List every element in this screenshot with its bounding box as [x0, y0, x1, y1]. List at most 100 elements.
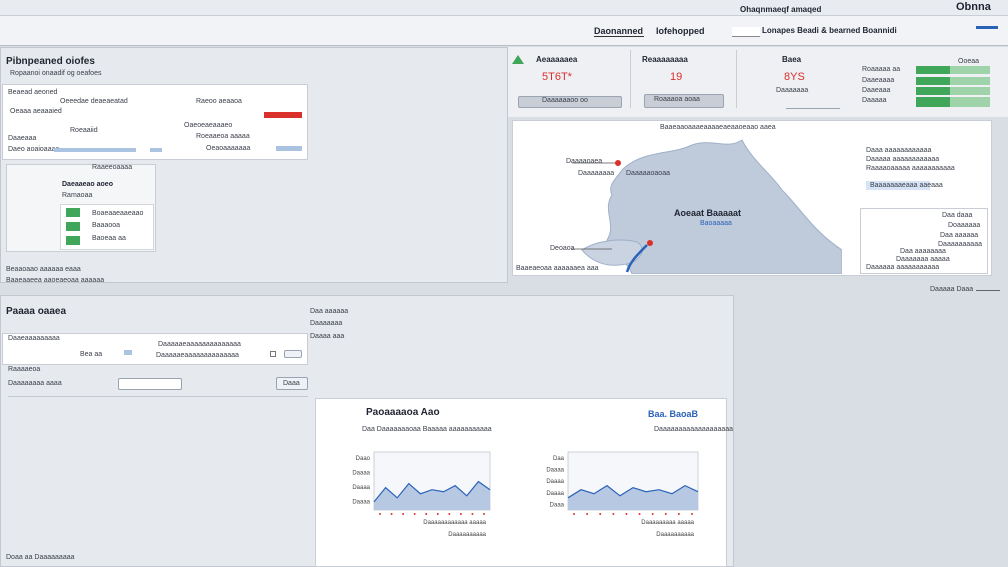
chart-x-label: Daaaaaaaaaa — [656, 532, 694, 538]
chart-point — [691, 513, 693, 515]
chart-point — [651, 513, 654, 515]
legend-row: Roaaaaa aa — [862, 66, 901, 73]
sub-card-title: Raaeeoaaaa — [92, 164, 133, 171]
marker-red-icon — [615, 160, 621, 166]
lower-small-button[interactable] — [284, 350, 302, 358]
menu-icon[interactable] — [976, 26, 998, 29]
map-callout: Daaaaaoaoaa — [626, 170, 670, 177]
lower-checkbox[interactable] — [270, 351, 276, 357]
map-callout: Daaaaoaea — [566, 158, 603, 165]
stat-label-1: Aeaaaaaea — [536, 55, 578, 64]
map-side-row: Doaaaaaa — [948, 222, 981, 229]
legend-bar-3 — [916, 77, 950, 85]
chart-y-label: Daaa — [550, 502, 565, 508]
chart-y-label: Daaaa — [546, 468, 564, 474]
filter-row-1: Roeaaeoa aaaaa — [196, 133, 250, 140]
map-side-row: Daaaaa aaaaaaaaaaaa — [866, 156, 940, 163]
chart-point — [436, 513, 439, 515]
report-left-chart[interactable]: Daao Daaaa Daaaa Daaaa Daaaaaaaaaaaa aaaaa Da… — [318, 446, 516, 556]
chart-point — [459, 513, 462, 515]
nav-menu[interactable]: Lonapes Beadi & bearned Boannidi — [762, 26, 897, 35]
nav-item-dashboard[interactable]: Daonanned — [594, 26, 643, 36]
map-graphic[interactable] — [512, 130, 842, 274]
sub-card-heading: Daeaaeao aoeo — [62, 181, 113, 188]
chart-point — [402, 513, 405, 515]
lower-input[interactable] — [118, 378, 182, 390]
list-item[interactable]: Baaaooa — [92, 222, 120, 229]
map-side-row: Daa daaa — [942, 212, 973, 219]
lower-divider — [8, 396, 308, 397]
lower-row-label: Raaaaeoa — [8, 366, 41, 373]
report-right-sub: Daaaaaaaaaaaaaaaaaaa — [654, 426, 734, 433]
chart-point — [599, 513, 602, 515]
row-label-3: Roeaaiid — [70, 127, 98, 134]
chart-x-label: Daaaaaaaaa aaaaa — [641, 520, 694, 526]
legend-row: Daaeaaa — [862, 87, 891, 94]
legend-bar-5 — [916, 87, 950, 95]
legend-bar-4 — [950, 77, 990, 85]
chart-point — [677, 513, 680, 515]
chart-y-label: Daao — [356, 456, 371, 462]
lower-side: Daa aaaaaa — [310, 308, 349, 315]
row-value-2: Oeaaa aeaaaied — [10, 108, 62, 115]
chart-point — [483, 513, 485, 515]
chart-y-label: Daaaa — [352, 471, 370, 477]
top-bar-title: Ohaqnmaeqf amaqed — [740, 5, 822, 14]
list-item[interactable]: Baoeaa aa — [92, 235, 126, 242]
filter-progress — [54, 148, 136, 152]
lower-sub-title: Daaaaaaaa aaaa — [8, 380, 62, 387]
stat-label-3: Baea — [782, 55, 802, 64]
search-input[interactable] — [732, 27, 760, 37]
map-callout: Daaaaaaaa — [578, 170, 615, 177]
legend-row: Daaaaa — [862, 97, 887, 104]
legend-bar-7 — [916, 97, 950, 107]
top-bar — [0, 0, 1008, 16]
stat-caption-text-1: Daaaaaaoo oo — [542, 97, 588, 104]
row-label-2: Raeoo aeaaoa — [196, 98, 242, 105]
legend-row: Daaeaaaa — [862, 77, 895, 84]
sub-card-sub: Ramaoaa — [62, 192, 93, 199]
chart-point — [448, 513, 451, 515]
report-right-chart[interactable]: Daa Daaaa Daaaa Daaaa Daaa Daaaaaaaaa aaaaa Da… — [530, 446, 724, 556]
lower-footer: Doaa aa Daaaaaaaaa — [6, 554, 75, 561]
stat-caption-text-2: Roaaaoa aoaa — [654, 96, 700, 103]
chart-y-label: Daa — [553, 456, 565, 462]
chart-point — [573, 513, 575, 515]
map-scale: Daaaaa Daaa — [930, 286, 974, 293]
report-subtitle: Daa Daaaaaaaoaa Baaaaa aaaaaaaaaaa — [362, 426, 492, 433]
map-label: Aoeaat Baaaaat — [674, 208, 742, 218]
map-side-row: Daaaaaaa aaaaa — [896, 256, 950, 263]
stat-label-2: Reaaaaaaaa — [642, 55, 688, 64]
chart-y-label: Daaaa — [546, 491, 564, 497]
filter-chip[interactable] — [150, 148, 162, 152]
stat-divider — [630, 50, 631, 108]
lower-panel-title: Paaaa oaaea — [6, 306, 67, 317]
list-item[interactable]: Boaeaaeaaeaao — [92, 210, 143, 217]
chart-point — [586, 513, 589, 515]
nav-underline — [594, 36, 644, 37]
map-footer: Baaeaeoaa aaaaaaea aaa — [516, 265, 599, 272]
lower-row-extra-2: Daaaaaeaaaaaaaaaaaaaa — [156, 352, 239, 359]
map-sublabel: Baoaaaaa — [700, 220, 732, 227]
chart-point — [413, 513, 416, 515]
map-side-row: Baaaaaaaeaaa aaeaaa — [870, 182, 943, 189]
chart-y-label: Daaaa — [352, 500, 370, 506]
marker-red-icon — [647, 240, 653, 246]
lower-chip[interactable] — [124, 350, 132, 355]
chart-point — [638, 513, 641, 515]
brand-logo[interactable]: Obnna — [956, 1, 991, 13]
lower-side: Daaaa aaa — [310, 333, 345, 340]
stat-divider — [736, 50, 737, 108]
nav-item-info[interactable]: Iofehopped — [656, 26, 705, 36]
legend-bar-8 — [950, 97, 990, 107]
report-title: Paoaaaaoa Aao — [366, 407, 440, 418]
filter-toggle[interactable] — [276, 146, 302, 151]
report-tag[interactable]: Baa. BaoaB — [648, 409, 698, 419]
row-value-3: Oaeoeaeaaaeo — [184, 122, 233, 129]
lower-row-extra: Daaaaaeaaaaaaaaaaaaaa — [158, 341, 241, 348]
list-marker-1 — [66, 208, 80, 217]
row-label-4: Daaeaaa — [8, 135, 37, 142]
chart-y-label: Daaaa — [352, 485, 370, 491]
chart-point — [664, 513, 667, 515]
chart-point — [390, 513, 393, 515]
